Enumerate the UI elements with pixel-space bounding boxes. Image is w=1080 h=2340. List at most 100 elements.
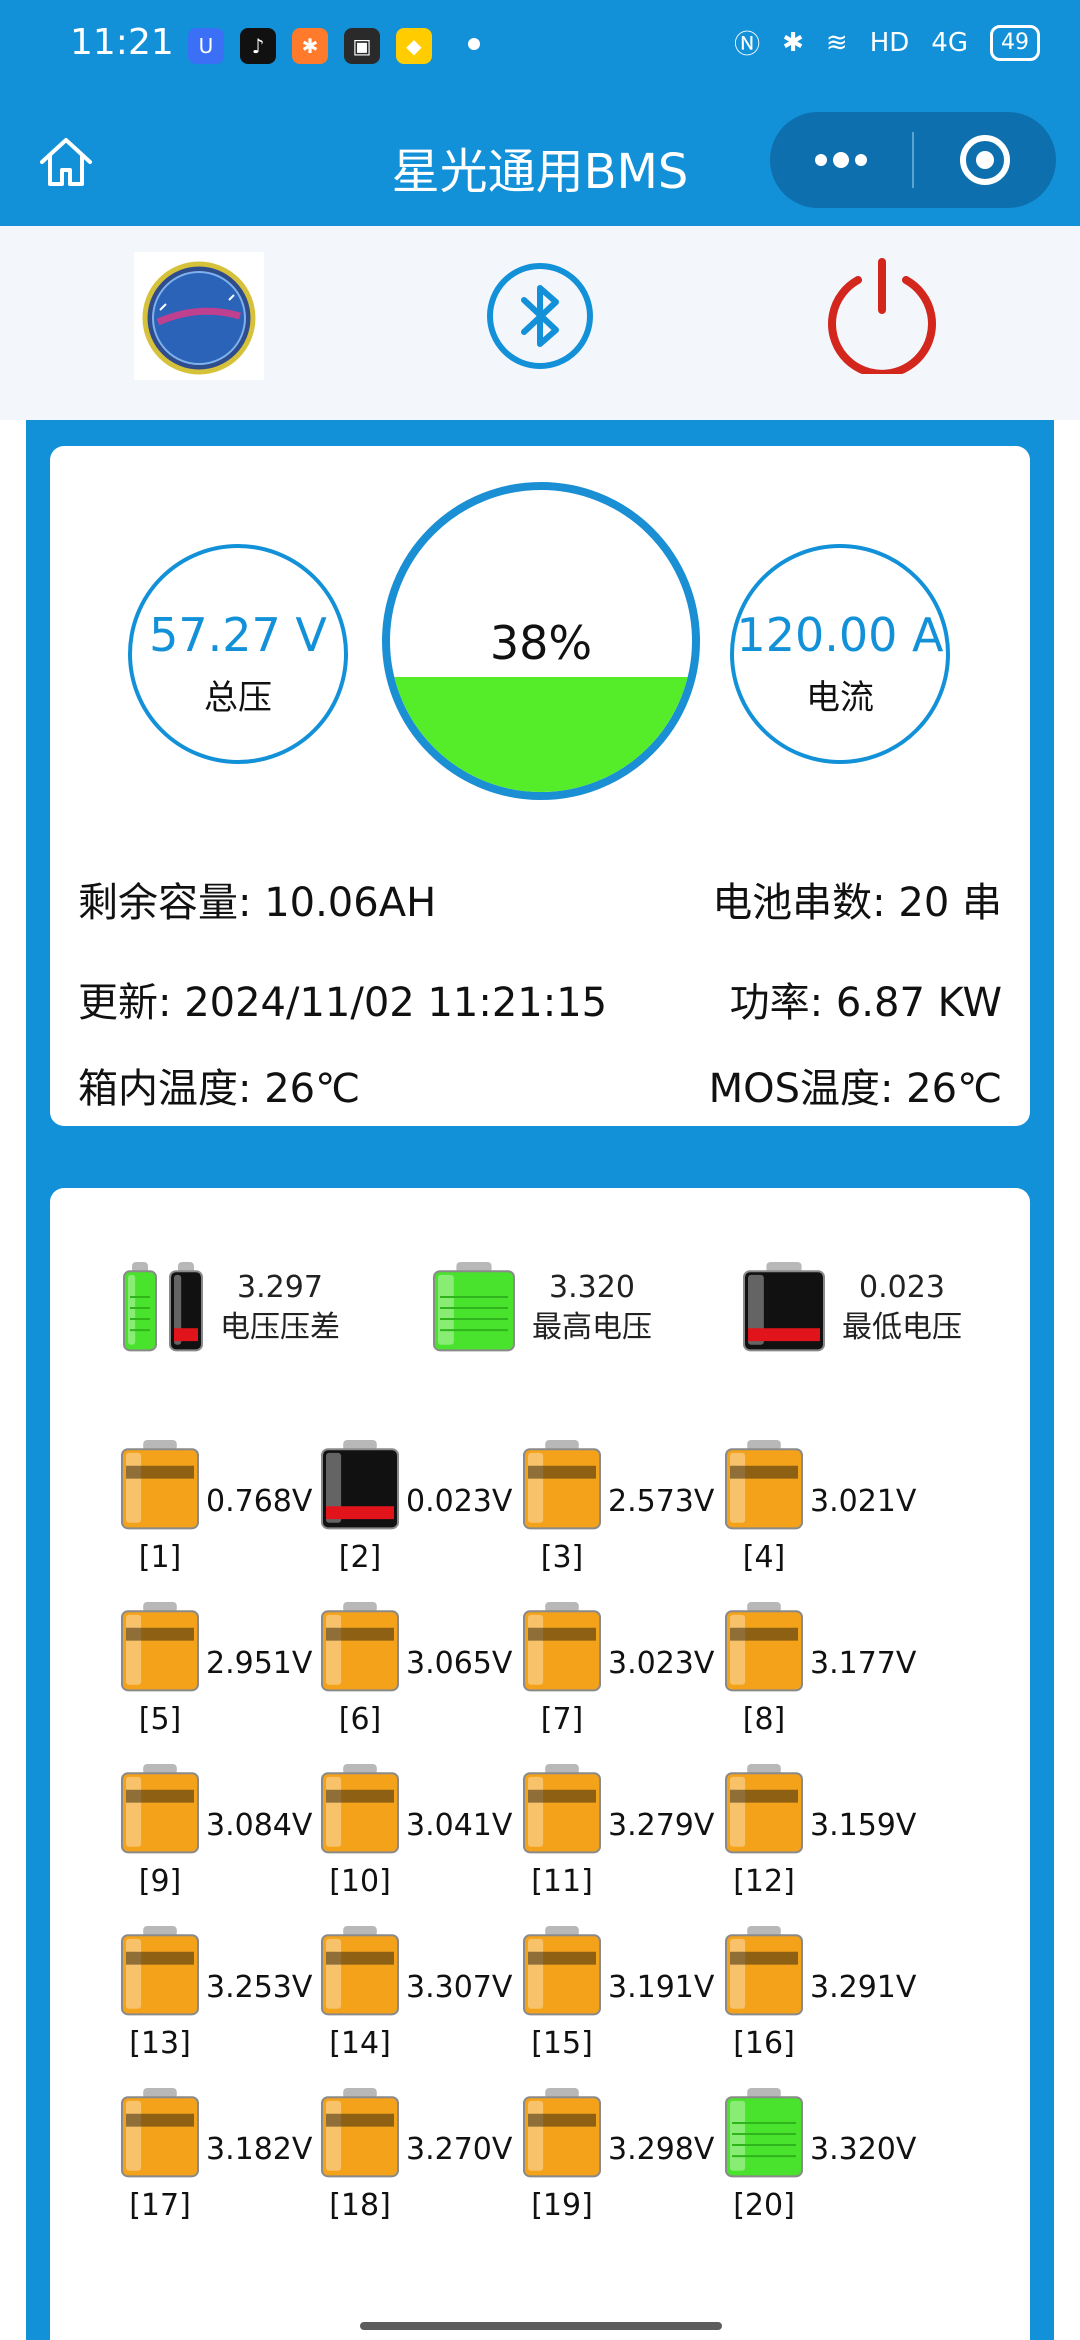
signal-label: 4G xyxy=(931,27,968,58)
mos-temperature: MOS温度: 26℃ xyxy=(708,1066,1002,1112)
app-dark-icon: ▣ xyxy=(344,28,380,64)
battery-cell-icon xyxy=(321,1926,399,2016)
battery-cell-icon xyxy=(321,1440,399,1530)
bluetooth-icon[interactable] xyxy=(486,262,594,370)
record-target-icon xyxy=(960,135,1010,185)
nav-bar: 星光通用BMS xyxy=(0,96,1080,226)
mini-program-capsule xyxy=(770,112,1056,208)
system-indicators: Ⓝ ✱ ≋ HD 4G 49 xyxy=(734,24,1040,61)
battery-low-icon xyxy=(169,1262,203,1352)
stat-text: 3.297 电压压差 xyxy=(220,1268,340,1348)
box-temperature: 箱内温度: 26℃ xyxy=(78,1066,361,1112)
wifi-icon: ≋ xyxy=(825,27,848,58)
cell-voltage: 3.279V xyxy=(608,1808,715,1843)
battery-cell-icon xyxy=(725,1440,803,1530)
stat-value: 3.320 xyxy=(549,1270,635,1305)
app-u-icon: U xyxy=(188,28,224,64)
cell-voltage: 0.023V xyxy=(406,1484,513,1519)
cell-index: [5] xyxy=(138,1702,182,1737)
stat-text: 3.320 最高电压 xyxy=(532,1268,652,1348)
battery-cell-icon xyxy=(121,2088,199,2178)
battery-cell-icon xyxy=(725,2088,803,2178)
hd-badge: HD xyxy=(869,27,910,58)
cell-index: [3] xyxy=(540,1540,584,1575)
cell-voltage: 2.573V xyxy=(608,1484,715,1519)
battery-cell-icon xyxy=(321,1602,399,1692)
home-indicator xyxy=(360,2322,722,2330)
battery-cell-icon xyxy=(121,1926,199,2016)
stat-value: 3.297 xyxy=(237,1270,323,1305)
power-value: 功率: 6.87 KW xyxy=(729,980,1002,1026)
battery-cell-icon xyxy=(121,1440,199,1530)
stat-value: 0.023 xyxy=(859,1270,945,1305)
close-mini-program-button[interactable] xyxy=(914,112,1056,208)
cell-voltage: 3.320V xyxy=(810,2132,917,2167)
stat-label: 最高电压 xyxy=(532,1310,652,1345)
stat-low: 0.023 最低电压 xyxy=(740,1262,962,1354)
cell-voltage: 3.023V xyxy=(608,1646,715,1681)
power-icon[interactable] xyxy=(820,258,944,374)
remaining-capacity: 剩余容量: 10.06AH xyxy=(78,880,437,926)
cell-index: [7] xyxy=(540,1702,584,1737)
battery-cell-icon xyxy=(321,2088,399,2178)
more-button[interactable] xyxy=(770,112,912,208)
battery-cell-icon xyxy=(121,1764,199,1854)
cell-voltage: 3.041V xyxy=(406,1808,513,1843)
cell-voltage: 3.191V xyxy=(608,1970,715,2005)
cell-voltage: 3.065V xyxy=(406,1646,513,1681)
battery-cell-icon xyxy=(523,1926,601,2016)
cell-voltage: 3.307V xyxy=(406,1970,513,2005)
status-bar: 11:21 U ♪ ✱ ▣ ◆ Ⓝ ✱ ≋ HD 4G 49 xyxy=(0,0,1080,96)
stat-high: 3.320 最高电压 xyxy=(430,1262,652,1354)
battery-high-icon xyxy=(123,1262,157,1352)
battery-cell-icon xyxy=(725,1764,803,1854)
voltage-diff-icon xyxy=(120,1262,206,1354)
stat-text: 0.023 最低电压 xyxy=(842,1268,962,1348)
app-person-icon: ✱ xyxy=(292,28,328,64)
cell-index: [2] xyxy=(338,1540,382,1575)
bms-logo[interactable] xyxy=(134,252,264,380)
cell-voltage: 3.291V xyxy=(810,1970,917,2005)
app-yellow-icon: ◆ xyxy=(396,28,432,64)
cell-index: [10] xyxy=(329,1864,391,1899)
cell-index: [16] xyxy=(733,2026,795,2061)
battery-cell-icon xyxy=(523,2088,601,2178)
total-voltage-ring: 57.27 V 总压 xyxy=(128,544,348,764)
more-dots-icon xyxy=(815,152,867,168)
cell-voltage: 3.084V xyxy=(206,1808,313,1843)
bluetooth-status-icon: ✱ xyxy=(782,27,804,58)
cell-index: [9] xyxy=(138,1864,182,1899)
battery-cell-icon xyxy=(523,1440,601,1530)
battery-cell-icon xyxy=(725,1926,803,2016)
soc-fill xyxy=(390,677,692,792)
series-count: 电池串数: 20 串 xyxy=(712,880,1002,926)
cell-voltage: 3.159V xyxy=(810,1808,917,1843)
cell-index: [4] xyxy=(742,1540,786,1575)
battery-indicator: 49 xyxy=(990,24,1040,61)
stat-diff: 3.297 电压压差 xyxy=(120,1262,340,1354)
total-voltage-label: 总压 xyxy=(204,678,272,718)
battery-high-icon xyxy=(433,1262,515,1352)
cell-voltage: 3.177V xyxy=(810,1646,917,1681)
tiktok-icon: ♪ xyxy=(240,28,276,64)
battery-cell-icon xyxy=(523,1764,601,1854)
stat-label: 最低电压 xyxy=(842,1310,962,1345)
soc-gauge: 38% xyxy=(382,482,700,800)
stat-label: 电压压差 xyxy=(220,1310,340,1345)
cell-index: [15] xyxy=(531,2026,593,2061)
cell-index: [11] xyxy=(531,1864,593,1899)
cell-index: [12] xyxy=(733,1864,795,1899)
cell-voltage: 2.951V xyxy=(206,1646,313,1681)
cell-index: [18] xyxy=(329,2188,391,2223)
cell-voltage: 3.182V xyxy=(206,2132,313,2167)
cell-voltage: 3.021V xyxy=(810,1484,917,1519)
current-value: 120.00 A xyxy=(736,608,944,662)
cell-index: [19] xyxy=(531,2188,593,2223)
notification-icons: U ♪ ✱ ▣ ◆ xyxy=(188,28,432,64)
battery-cell-icon xyxy=(523,1602,601,1692)
update-time: 更新: 2024/11/02 11:21:15 xyxy=(78,980,608,1026)
battery-cell-icon xyxy=(321,1764,399,1854)
battery-low-icon xyxy=(743,1262,825,1352)
cell-voltage: 0.768V xyxy=(206,1484,313,1519)
cell-index: [17] xyxy=(129,2188,191,2223)
